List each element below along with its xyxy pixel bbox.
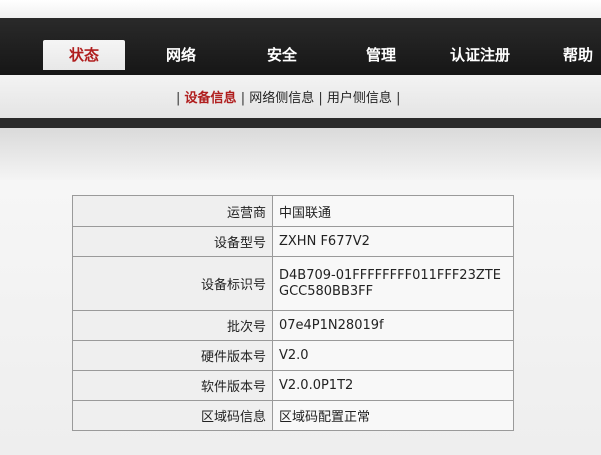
table-row: 硬件版本号 V2.0: [72, 340, 514, 371]
subnav-device-info[interactable]: 设备信息: [185, 91, 237, 106]
row-value-software-version: V2.0.0P1T2: [272, 370, 514, 401]
row-value-device-id: D4B709-01FFFFFFFF011FFF23ZTEGCC580BB3FF: [272, 256, 514, 311]
table-row: 设备型号 ZXHN F677V2: [72, 226, 514, 257]
main-nav: 状态 网络 安全 管理 认证注册 帮助: [0, 18, 601, 75]
tab-auth-register[interactable]: 认证注册: [440, 40, 520, 70]
row-label-device-model: 设备型号: [72, 226, 273, 257]
row-value-device-model: ZXHN F677V2: [272, 226, 514, 257]
subnav-user-side-info[interactable]: 用户侧信息: [327, 91, 392, 106]
subnav-network-side-info[interactable]: 网络侧信息: [249, 91, 314, 106]
row-label-batch-number: 批次号: [72, 310, 273, 341]
row-label-hardware-version: 硬件版本号: [72, 340, 273, 371]
device-info-table: 运营商 中国联通 设备型号 ZXHN F677V2 设备标识号 D4B709-0…: [72, 195, 514, 431]
sub-nav: | 设备信息 | 网络侧信息 | 用户侧信息 |: [0, 75, 601, 118]
tab-status[interactable]: 状态: [43, 40, 125, 70]
table-row: 运营商 中国联通: [72, 195, 514, 227]
tab-network[interactable]: 网络: [150, 40, 212, 70]
subnav-separator: |: [318, 91, 323, 106]
row-value-batch-number: 07e4P1N28019f: [272, 310, 514, 341]
tab-help[interactable]: 帮助: [555, 40, 601, 70]
subnav-separator: |: [396, 91, 401, 106]
table-row: 区域码信息 区域码配置正常: [72, 400, 514, 431]
subnav-links: | 设备信息 | 网络侧信息 | 用户侧信息 |: [176, 87, 400, 106]
divider-band: [0, 118, 601, 128]
row-value-hardware-version: V2.0: [272, 340, 514, 371]
table-row: 批次号 07e4P1N28019f: [72, 310, 514, 341]
row-label-software-version: 软件版本号: [72, 370, 273, 401]
subnav-separator: |: [176, 91, 181, 106]
top-strip: [0, 0, 601, 18]
row-value-region-code: 区域码配置正常: [272, 400, 514, 431]
tab-security[interactable]: 安全: [251, 40, 313, 70]
subnav-separator: |: [240, 91, 246, 106]
row-label-device-id: 设备标识号: [72, 256, 273, 311]
table-row: 软件版本号 V2.0.0P1T2: [72, 370, 514, 401]
row-value-operator: 中国联通: [272, 195, 514, 227]
tab-management[interactable]: 管理: [350, 40, 412, 70]
row-label-region-code: 区域码信息: [72, 400, 273, 431]
table-row: 设备标识号 D4B709-01FFFFFFFF011FFF23ZTEGCC580…: [72, 256, 514, 311]
row-label-operator: 运营商: [72, 195, 273, 227]
header-shade: [0, 128, 601, 180]
